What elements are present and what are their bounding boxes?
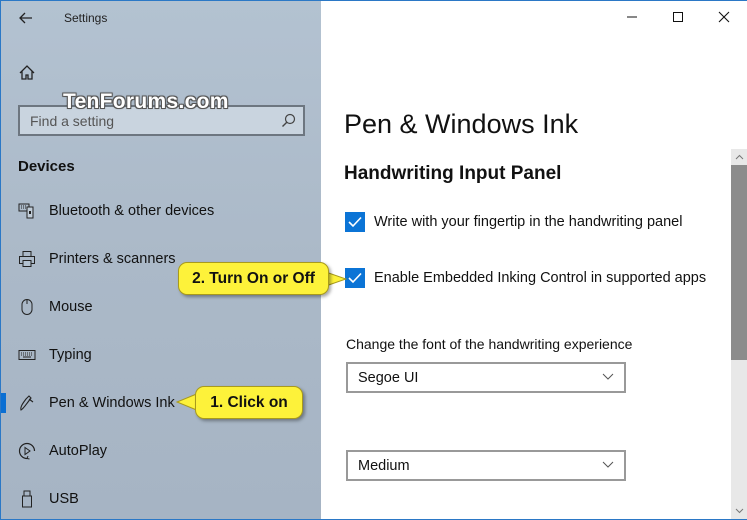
- chevron-up-icon: [735, 154, 743, 160]
- keyboard-icon: [17, 345, 37, 365]
- sidebar-item-label: USB: [49, 491, 79, 507]
- sidebar-item-usb[interactable]: USB: [1, 479, 321, 519]
- minimize-icon: [627, 16, 637, 18]
- scroll-up-button[interactable]: [731, 149, 747, 165]
- font-dropdown[interactable]: Segoe UI: [346, 362, 626, 393]
- fingertip-checkbox[interactable]: [345, 212, 365, 232]
- home-button[interactable]: [18, 64, 36, 82]
- usb-icon: [17, 489, 37, 509]
- embedded-inking-checkbox-row[interactable]: Enable Embedded Inking Control in suppor…: [345, 267, 706, 289]
- font-label: Change the font of the handwriting exper…: [346, 336, 633, 352]
- section-heading: Devices: [18, 158, 75, 175]
- bluetooth-devices-icon: [17, 201, 37, 221]
- sidebar-item-label: Mouse: [49, 299, 93, 315]
- size-dropdown-value: Medium: [358, 457, 410, 474]
- embedded-inking-checkbox[interactable]: [345, 268, 365, 288]
- settings-window: Settings TenForums.com Devices Bluetooth…: [0, 0, 747, 520]
- scrollbar[interactable]: [731, 149, 747, 519]
- sidebar: Settings TenForums.com Devices Bluetooth…: [1, 1, 321, 519]
- scroll-thumb[interactable]: [731, 165, 747, 360]
- sidebar-item-label: Bluetooth & other devices: [49, 203, 215, 219]
- home-icon: [19, 65, 35, 80]
- chevron-down-icon: [602, 373, 614, 380]
- sidebar-item-autoplay[interactable]: AutoPlay: [1, 431, 321, 471]
- checkmark-icon: [348, 272, 362, 284]
- sidebar-item-typing[interactable]: Typing: [1, 335, 321, 375]
- embedded-inking-checkbox-label: Enable Embedded Inking Control in suppor…: [374, 270, 707, 286]
- pen-icon: [17, 393, 37, 413]
- chevron-down-icon: [735, 508, 743, 514]
- maximize-icon: [673, 12, 683, 22]
- minimize-button[interactable]: [609, 1, 655, 33]
- app-title: Settings: [64, 11, 108, 25]
- watermark: TenForums.com: [63, 90, 229, 113]
- size-dropdown[interactable]: Medium: [346, 450, 626, 481]
- autoplay-icon: [17, 441, 37, 461]
- mouse-icon: [17, 297, 37, 317]
- sidebar-item-label: AutoPlay: [49, 443, 108, 459]
- back-arrow-icon: [19, 12, 32, 24]
- fingertip-checkbox-row[interactable]: Write with your fingertip in the handwri…: [345, 211, 682, 233]
- sidebar-item-bluetooth[interactable]: Bluetooth & other devices: [1, 191, 321, 231]
- chevron-down-icon: [602, 461, 614, 468]
- font-dropdown-value: Segoe UI: [358, 369, 419, 386]
- printer-icon: [17, 249, 37, 269]
- maximize-button[interactable]: [655, 1, 701, 33]
- sidebar-item-label: Pen & Windows Ink: [49, 395, 175, 411]
- page-title: Pen & Windows Ink: [344, 109, 579, 139]
- close-button[interactable]: [701, 1, 747, 33]
- back-button[interactable]: [13, 7, 39, 29]
- sidebar-item-label: Printers & scanners: [49, 251, 176, 267]
- search-icon[interactable]: [281, 113, 296, 128]
- callout-turn-on-off: 2. Turn On or Off: [178, 262, 329, 295]
- callout-click-on: 1. Click on: [195, 386, 303, 419]
- section-title: Handwriting Input Panel: [344, 163, 562, 184]
- window-controls: [609, 1, 747, 33]
- scroll-down-button[interactable]: [731, 503, 747, 519]
- checkmark-icon: [348, 216, 362, 228]
- fingertip-checkbox-label: Write with your fingertip in the handwri…: [374, 214, 683, 230]
- close-icon: [718, 11, 730, 23]
- sidebar-item-label: Typing: [49, 347, 92, 363]
- main-panel: Pen & Windows Ink Handwriting Input Pane…: [321, 1, 747, 519]
